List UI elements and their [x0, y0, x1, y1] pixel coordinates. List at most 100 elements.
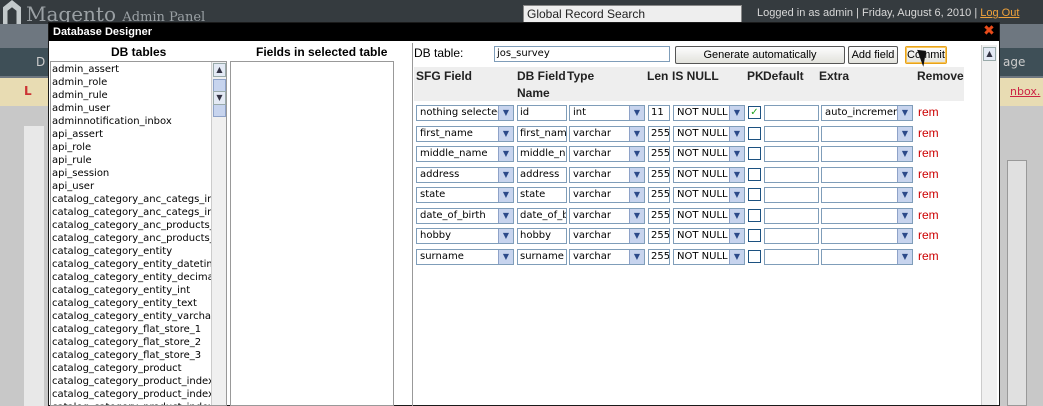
table-list-item[interactable]: api_session: [52, 167, 212, 180]
db-tables-listbox[interactable]: admin_assert admin_role admin_rule admin_us…: [50, 61, 227, 406]
remove-link[interactable]: rem: [918, 146, 939, 160]
is-null-select[interactable]: NOT NULL ▼: [673, 105, 745, 121]
page-scrollbar[interactable]: [1007, 160, 1027, 406]
table-list-item[interactable]: catalog_category_product_index: [52, 375, 212, 388]
table-list-item[interactable]: catalog_category_entity_int: [52, 284, 212, 297]
is-null-select[interactable]: NOT NULL ▼: [673, 126, 745, 142]
table-list-item[interactable]: catalog_category_anc_categs_ind: [52, 206, 212, 219]
tables-scrollbar[interactable]: ▲ ▼: [211, 62, 226, 405]
table-list-item[interactable]: catalog_category_product: [52, 362, 212, 375]
table-list-item[interactable]: catalog_category_entity_text: [52, 297, 212, 310]
remove-link[interactable]: rem: [918, 187, 939, 201]
pk-checkbox[interactable]: [748, 147, 761, 160]
db-table-input[interactable]: jos_survey: [494, 46, 670, 62]
db-field-name-input[interactable]: surname: [517, 249, 567, 265]
scroll-down-icon[interactable]: ▼: [213, 91, 226, 105]
is-null-select[interactable]: NOT NULL ▼: [673, 146, 745, 162]
len-input[interactable]: 255: [648, 208, 670, 224]
default-input[interactable]: [764, 167, 819, 183]
default-input[interactable]: [764, 126, 819, 142]
fields-listbox[interactable]: [230, 61, 394, 406]
table-list-item[interactable]: api_role: [52, 141, 212, 154]
pk-checkbox[interactable]: [748, 229, 761, 242]
db-field-name-input[interactable]: id: [517, 105, 567, 121]
logout-link[interactable]: Log Out: [980, 7, 1019, 19]
table-list-item[interactable]: catalog_category_product_index_: [52, 388, 212, 401]
sfg-field-select[interactable]: hobby ▼: [416, 228, 514, 244]
pk-checkbox[interactable]: [748, 250, 761, 263]
sfg-field-select[interactable]: middle_name ▼: [416, 146, 514, 162]
default-input[interactable]: [764, 105, 819, 121]
table-list-item[interactable]: catalog_category_flat_store_2: [52, 336, 212, 349]
len-input[interactable]: 255: [648, 146, 670, 162]
len-input[interactable]: 11: [648, 105, 670, 121]
scroll-up-icon[interactable]: ▲: [213, 63, 226, 77]
table-list-item[interactable]: catalog_category_entity_decimal: [52, 271, 212, 284]
db-field-name-input[interactable]: middle_na: [517, 146, 567, 162]
sfg-field-select[interactable]: surname ▼: [416, 249, 514, 265]
editor-scrollbar[interactable]: ▲: [981, 45, 997, 405]
global-search-input[interactable]: Global Record Search: [523, 5, 742, 23]
type-select[interactable]: int ▼: [569, 105, 645, 121]
extra-select[interactable]: ▼: [821, 167, 913, 183]
sfg-field-select[interactable]: date_of_birth ▼: [416, 208, 514, 224]
table-list-item[interactable]: catalog_category_entity_varchar: [52, 310, 212, 323]
sfg-field-select[interactable]: state ▼: [416, 187, 514, 203]
extra-select[interactable]: ▼: [821, 126, 913, 142]
is-null-select[interactable]: NOT NULL ▼: [673, 167, 745, 183]
remove-link[interactable]: rem: [918, 228, 939, 242]
pk-checkbox[interactable]: [748, 188, 761, 201]
table-list-item[interactable]: catalog_category_entity: [52, 245, 212, 258]
table-list-item[interactable]: admin_rule: [52, 89, 212, 102]
remove-link[interactable]: rem: [918, 126, 939, 140]
extra-select[interactable]: ▼: [821, 208, 913, 224]
table-list-item[interactable]: catalog_category_product_index_: [52, 401, 212, 405]
pk-checkbox[interactable]: [748, 168, 761, 181]
default-input[interactable]: [764, 187, 819, 203]
default-input[interactable]: [764, 249, 819, 265]
type-select[interactable]: varchar ▼: [569, 228, 645, 244]
extra-select[interactable]: ▼: [821, 187, 913, 203]
table-list-item[interactable]: api_user: [52, 180, 212, 193]
table-list-item[interactable]: catalog_category_entity_datetime: [52, 258, 212, 271]
table-list-item[interactable]: catalog_category_anc_categs_ind: [52, 193, 212, 206]
len-input[interactable]: 255: [648, 126, 670, 142]
table-list-item[interactable]: admin_role: [52, 76, 212, 89]
remove-link[interactable]: rem: [918, 167, 939, 181]
pk-checkbox[interactable]: [748, 127, 761, 140]
default-input[interactable]: [764, 208, 819, 224]
db-field-name-input[interactable]: hobby: [517, 228, 567, 244]
inbox-link[interactable]: nbox.: [1010, 85, 1040, 98]
pk-checkbox[interactable]: ✓: [748, 106, 761, 119]
table-list-item[interactable]: admin_assert: [52, 63, 212, 76]
default-input[interactable]: [764, 146, 819, 162]
table-list-item[interactable]: admin_user: [52, 102, 212, 115]
sfg-field-select[interactable]: address ▼: [416, 167, 514, 183]
table-list-item[interactable]: catalog_category_flat_store_3: [52, 349, 212, 362]
pk-checkbox[interactable]: [748, 209, 761, 222]
is-null-select[interactable]: NOT NULL ▼: [673, 228, 745, 244]
remove-link[interactable]: rem: [918, 249, 939, 263]
scroll-up-icon[interactable]: ▲: [983, 47, 996, 61]
type-select[interactable]: varchar ▼: [569, 208, 645, 224]
type-select[interactable]: varchar ▼: [569, 249, 645, 265]
generate-button[interactable]: Generate automatically: [675, 46, 845, 64]
db-field-name-input[interactable]: address: [517, 167, 567, 183]
len-input[interactable]: 255: [648, 187, 670, 203]
type-select[interactable]: varchar ▼: [569, 167, 645, 183]
extra-select[interactable]: ▼: [821, 146, 913, 162]
table-list-item[interactable]: api_assert: [52, 128, 212, 141]
len-input[interactable]: 255: [648, 167, 670, 183]
add-field-button[interactable]: Add field: [848, 46, 898, 64]
db-field-name-input[interactable]: state: [517, 187, 567, 203]
type-select[interactable]: varchar ▼: [569, 187, 645, 203]
default-input[interactable]: [764, 228, 819, 244]
is-null-select[interactable]: NOT NULL ▼: [673, 249, 745, 265]
table-list-item[interactable]: catalog_category_anc_products_ir: [52, 232, 212, 245]
sfg-field-select[interactable]: first_name ▼: [416, 126, 514, 142]
extra-select[interactable]: ▼: [821, 228, 913, 244]
db-field-name-input[interactable]: first_name: [517, 126, 567, 142]
type-select[interactable]: varchar ▼: [569, 146, 645, 162]
close-icon[interactable]: ✖: [982, 24, 996, 38]
table-list-item[interactable]: catalog_category_anc_products_ir: [52, 219, 212, 232]
